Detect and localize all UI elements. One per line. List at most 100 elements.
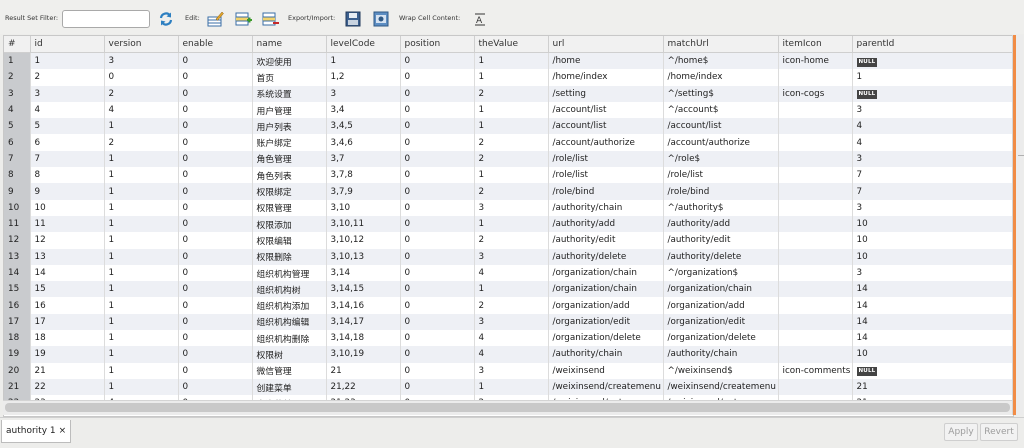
cell-id[interactable]: 16 (30, 297, 105, 314)
row-number-cell[interactable]: 9 (4, 183, 31, 200)
insert-row-icon[interactable] (233, 9, 253, 29)
cell-url[interactable]: /authority/delete (548, 248, 664, 265)
cell-matchurl[interactable]: /account/list (663, 118, 779, 135)
cell-parentid[interactable]: 1 (852, 69, 1013, 86)
cell-id[interactable]: 2 (30, 69, 105, 86)
cell-id[interactable]: 9 (30, 183, 105, 200)
cell-url[interactable]: /account/list (548, 101, 664, 119)
table-row[interactable]: 7 7 1 0 角色管理 3,7 0 2/role/list ^/role$ 3 (4, 150, 1013, 168)
cell-itemicon[interactable] (778, 264, 853, 282)
cell-levelcode[interactable]: 3,14,16 (326, 297, 401, 314)
cell-parentid[interactable]: 14 (852, 297, 1013, 314)
cell-id[interactable]: 4 (30, 101, 105, 119)
row-number-cell[interactable]: 6 (4, 134, 31, 151)
cell-version[interactable]: 1 (104, 248, 179, 265)
column-header-matchurl[interactable]: matchUrl (663, 36, 779, 53)
cell-thevalue[interactable]: 2 (474, 134, 549, 151)
cell-levelcode[interactable]: 3,10 (326, 199, 401, 216)
cell-name[interactable]: 系统设置 (252, 85, 327, 102)
cell-levelcode[interactable]: 3,4,6 (326, 134, 401, 151)
table-row[interactable]: 14 14 1 0 组织机构管理 3,14 0 4/organization/chain ^/o… (4, 264, 1013, 282)
row-number-cell[interactable]: 5 (4, 118, 31, 135)
column-header-thevalue[interactable]: theValue (474, 36, 549, 53)
cell-url[interactable]: /setting (548, 85, 664, 102)
cell-url[interactable]: /authority/chain (548, 199, 664, 216)
table-row[interactable]: 5 5 1 0 用户列表 3,4,5 0 1/account/list/account/lis… (4, 118, 1013, 135)
cell-parentid[interactable]: 3 (852, 150, 1013, 168)
row-number-cell[interactable]: 11 (4, 215, 31, 233)
cell-itemicon[interactable] (778, 69, 853, 86)
cell-thevalue[interactable]: 1 (474, 118, 549, 135)
cell-name[interactable]: 微信管理 (252, 362, 327, 379)
cell-position[interactable]: 0 (400, 215, 475, 233)
cell-levelcode[interactable]: 3,7,8 (326, 167, 401, 184)
column-header-rownum[interactable]: # (4, 36, 31, 53)
cell-id[interactable]: 1 (30, 52, 105, 70)
cell-id[interactable]: 8 (30, 167, 105, 184)
cell-version[interactable]: 2 (104, 134, 179, 151)
cell-id[interactable]: 6 (30, 134, 105, 151)
row-number-cell[interactable]: 12 (4, 232, 31, 249)
import-icon[interactable] (371, 9, 391, 29)
row-number-cell[interactable]: 3 (4, 85, 31, 102)
cell-enable[interactable]: 0 (178, 248, 253, 265)
cell-version[interactable]: 1 (104, 362, 179, 379)
table-row[interactable]: 18 18 1 0 组织机构删除 3,14,18 0 4/organization/delet… (4, 330, 1013, 347)
cell-matchurl[interactable]: /authority/add (663, 215, 779, 233)
cell-position[interactable]: 0 (400, 199, 475, 216)
cell-matchurl[interactable]: /organization/add (663, 297, 779, 314)
cell-id[interactable]: 19 (30, 346, 105, 363)
row-number-cell[interactable]: 19 (4, 346, 31, 363)
column-header-position[interactable]: position (400, 36, 475, 53)
cell-matchurl[interactable]: /organization/delete (663, 330, 779, 347)
cell-url[interactable]: /home (548, 52, 664, 70)
cell-matchurl[interactable]: /authority/chain (663, 346, 779, 363)
cell-enable[interactable]: 0 (178, 232, 253, 249)
cell-matchurl[interactable]: /role/list (663, 167, 779, 184)
cell-name[interactable]: 欢迎使用 (252, 52, 327, 70)
cell-id[interactable]: 21 (30, 362, 105, 379)
cell-itemicon[interactable] (778, 199, 853, 216)
cell-matchurl[interactable]: ^/account$ (663, 101, 779, 119)
cell-id[interactable]: 10 (30, 199, 105, 216)
column-header-levelcode[interactable]: levelCode (326, 36, 401, 53)
table-row[interactable]: 1 1 3 0 欢迎使用 1 0 1/home ^/home$ icon-home NULL (4, 52, 1013, 70)
cell-thevalue[interactable]: 4 (474, 330, 549, 347)
cell-version[interactable]: 4 (104, 101, 179, 119)
cell-name[interactable]: 账户绑定 (252, 134, 327, 151)
cell-id[interactable]: 14 (30, 264, 105, 282)
cell-url[interactable]: /organization/chain (548, 264, 664, 282)
cell-thevalue[interactable]: 3 (474, 199, 549, 216)
cell-itemicon[interactable] (778, 183, 853, 200)
row-number-cell[interactable]: 4 (4, 101, 31, 119)
cell-id[interactable]: 18 (30, 330, 105, 347)
cell-enable[interactable]: 0 (178, 167, 253, 184)
cell-url[interactable]: /account/list (548, 118, 664, 135)
refresh-icon[interactable] (156, 9, 176, 29)
result-set-filter-input[interactable] (62, 10, 150, 28)
cell-enable[interactable]: 0 (178, 330, 253, 347)
cell-itemicon[interactable] (778, 118, 853, 135)
cell-position[interactable]: 0 (400, 248, 475, 265)
cell-levelcode[interactable]: 3,4 (326, 101, 401, 119)
cell-levelcode[interactable]: 1 (326, 52, 401, 70)
cell-levelcode[interactable]: 21,22 (326, 378, 401, 396)
cell-thevalue[interactable]: 2 (474, 150, 549, 168)
cell-levelcode[interactable]: 3,10,11 (326, 215, 401, 233)
apply-button[interactable]: Apply (944, 423, 978, 441)
cell-levelcode[interactable]: 21 (326, 362, 401, 379)
table-row[interactable]: 2 2 0 0 首页 1,2 0 1/home/index/home/index 1 (4, 69, 1013, 86)
cell-itemicon[interactable] (778, 313, 853, 331)
cell-parentid[interactable]: 14 (852, 313, 1013, 331)
cell-levelcode[interactable]: 3,14 (326, 264, 401, 282)
cell-id[interactable]: 13 (30, 248, 105, 265)
column-header-version[interactable]: version (104, 36, 179, 53)
cell-parentid[interactable]: 3 (852, 199, 1013, 216)
cell-position[interactable]: 0 (400, 150, 475, 168)
row-number-cell[interactable]: 7 (4, 150, 31, 168)
cell-parentid[interactable]: 3 (852, 101, 1013, 119)
cell-url[interactable]: /organization/delete (548, 330, 664, 347)
cell-itemicon[interactable]: icon-home (778, 52, 853, 70)
cell-position[interactable]: 0 (400, 362, 475, 379)
row-number-cell[interactable]: 17 (4, 313, 31, 331)
